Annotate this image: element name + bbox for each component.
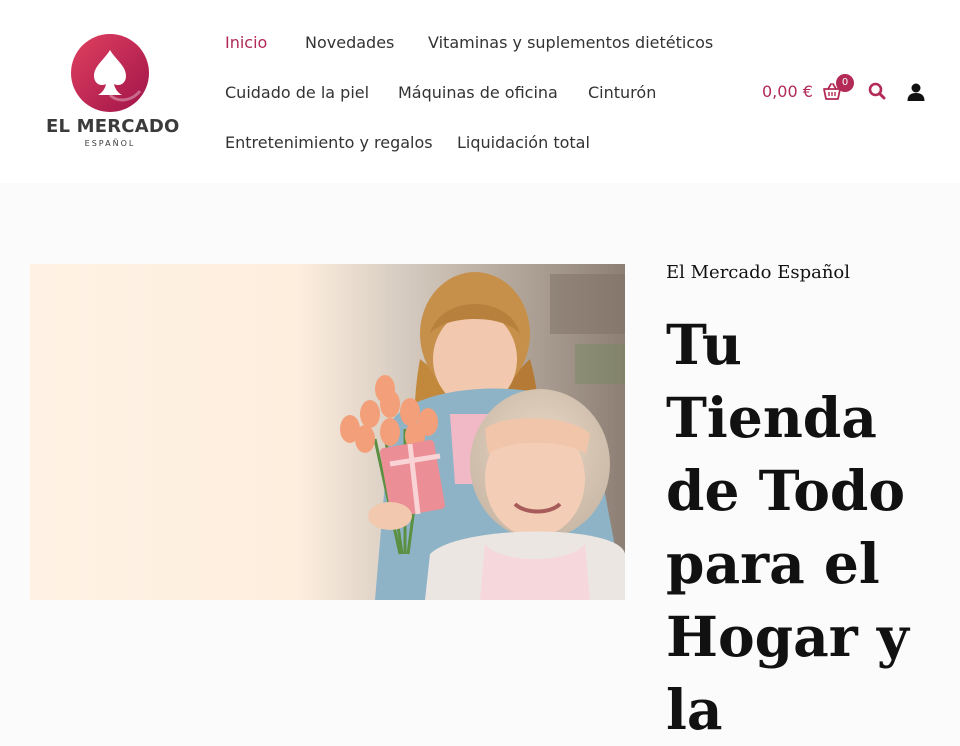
user-icon[interactable] [906, 82, 926, 102]
cart-count-badge: 0 [836, 74, 854, 92]
cart-total[interactable]: 0,00 € [762, 82, 813, 101]
brand-subtitle: ESPAÑOL [84, 139, 136, 148]
hero-image [30, 264, 625, 600]
hero-photo-illustration [30, 264, 625, 600]
nav-item-entretenimiento[interactable]: Entretenimiento y regalos [225, 133, 433, 152]
nav-item-vitaminas[interactable]: Vitaminas y suplementos dietéticos [428, 33, 713, 52]
nav-item-inicio[interactable]: Inicio [225, 33, 267, 52]
nav-item-maquinas-oficina[interactable]: Máquinas de oficina [398, 83, 558, 102]
hero-eyebrow: El Mercado Español [666, 262, 851, 283]
site-header: EL MERCADO ESPAÑOL Inicio Novedades Vita… [0, 0, 960, 183]
nav-item-cuidado-piel[interactable]: Cuidado de la piel [225, 83, 369, 102]
spade-logo-icon [71, 34, 149, 112]
search-icon[interactable] [868, 82, 886, 100]
nav-item-novedades[interactable]: Novedades [305, 33, 394, 52]
nav-item-cinturon[interactable]: Cinturón [588, 83, 656, 102]
site-logo[interactable]: EL MERCADO ESPAÑOL [46, 33, 180, 153]
nav-item-liquidacion[interactable]: Liquidación total [457, 133, 590, 152]
hero-title: Tu Tienda de Todo para el Hogar y la [666, 312, 909, 742]
brand-name: EL MERCADO [46, 116, 180, 137]
